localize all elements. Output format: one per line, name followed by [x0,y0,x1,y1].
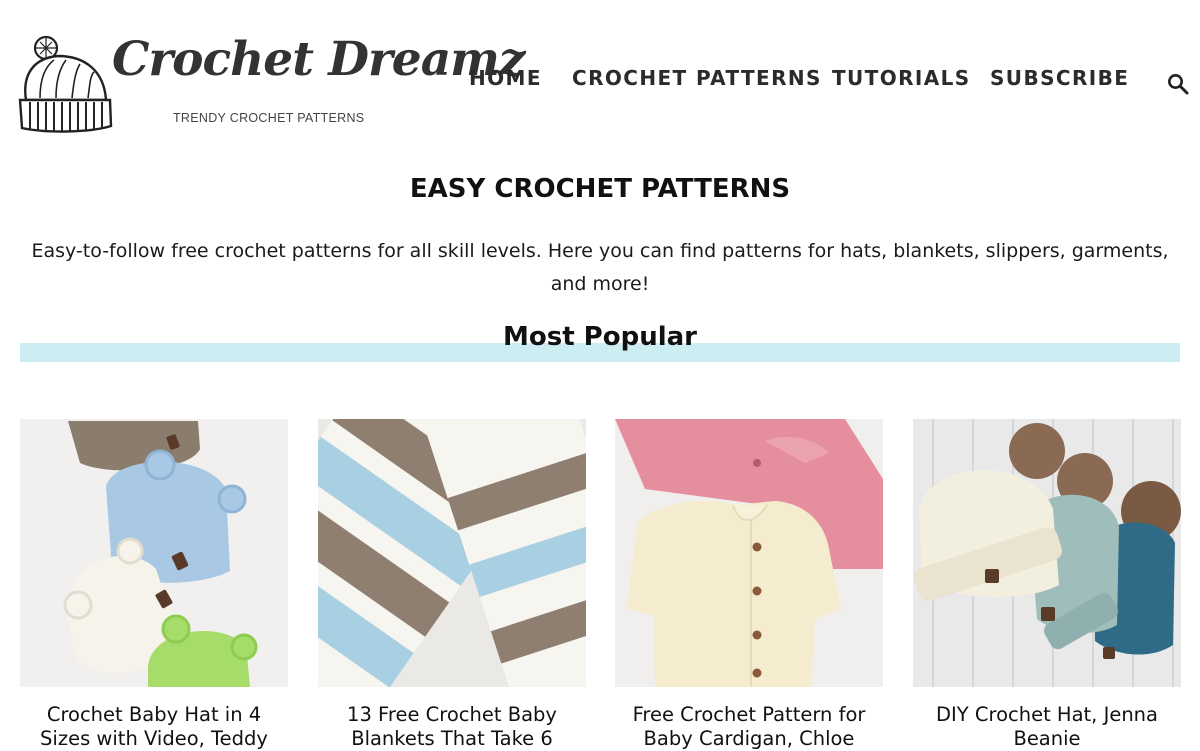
nav-item-crochet-patterns[interactable]: CROCHET PATTERNS [572,66,822,90]
baby-cardigans-photo [615,419,883,687]
search-button[interactable] [1166,72,1190,96]
page-title: EASY CROCHET PATTERNS [409,174,791,204]
baby-blankets-photo [318,419,586,687]
post-card-jenna-beanie[interactable]: DIY Crochet Hat, Jenna Beanie [913,419,1181,751]
beanie-logo-icon [18,35,113,133]
site-logo[interactable]: Crochet Dreamz TRENDY CROCHET PATTERNS [18,34,526,134]
nav-item-home[interactable]: HOME [469,66,542,90]
page-intro: Easy-to-follow free crochet patterns for… [31,240,1169,295]
jenna-beanie-photo [913,419,1181,687]
post-card-baby-cardigan[interactable]: Free Crochet Pattern for Baby Cardigan, … [615,419,883,751]
post-card-title: DIY Crochet Hat, Jenna Beanie [935,703,1158,750]
nav-item-subscribe[interactable]: SUBSCRIBE [990,66,1129,90]
post-card-title: Crochet Baby Hat in 4 Sizes with Video, … [40,703,268,750]
nav-item-tutorials[interactable]: TUTORIALS [832,66,971,90]
logo-tagline: TRENDY CROCHET PATTERNS [173,111,365,125]
post-card-baby-hat[interactable]: Crochet Baby Hat in 4 Sizes with Video, … [20,419,288,751]
most-popular-heading: Most Popular [502,322,697,352]
baby-hats-photo [20,419,288,687]
logo-wordmark: Crochet Dreamz [112,32,526,87]
post-card-baby-blankets[interactable]: 13 Free Crochet Baby Blankets That Take … [318,419,586,751]
search-icon [1168,74,1189,95]
site-header: Crochet Dreamz TRENDY CROCHET PATTERNS H… [0,0,1200,160]
post-card-title: 13 Free Crochet Baby Blankets That Take … [347,703,557,750]
post-card-title: Free Crochet Pattern for Baby Cardigan, … [632,703,866,750]
